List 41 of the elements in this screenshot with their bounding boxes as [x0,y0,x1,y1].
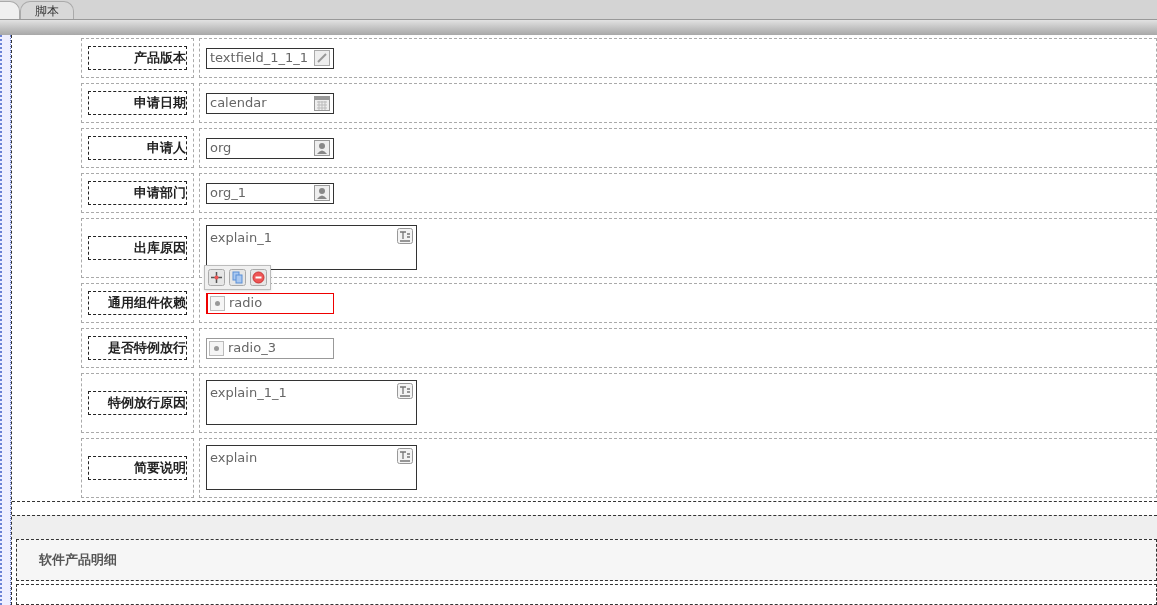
tab[interactable]: 脚本 [20,1,74,19]
radio-field[interactable]: radio_3 [206,337,334,359]
field-label: 简要说明 [88,456,187,480]
person-icon[interactable] [314,185,330,201]
field-value: explain_1_1 [210,384,287,402]
delete-icon[interactable] [250,269,267,286]
field-value: org_1 [210,184,247,203]
input-field[interactable]: org_1 [206,182,334,204]
field-value: radio [229,294,263,313]
radio-icon[interactable] [210,295,225,311]
radio-field[interactable]: radio [206,292,334,314]
text-format-icon[interactable] [397,228,413,244]
field-label: 申请部门 [88,181,187,205]
text-format-icon[interactable] [397,383,413,399]
field-value: textfield_1_1_1 [210,49,309,68]
field-label: 产品版本 [88,46,187,70]
input-field[interactable]: textfield_1_1_1 [206,47,334,69]
field-label: 申请日期 [88,91,187,115]
field-label: 特例放行原因 [88,391,187,415]
calendar-icon[interactable] [314,95,330,111]
text-area[interactable]: explain [206,445,417,490]
field-label: 通用组件依赖 [88,291,187,315]
text-format-icon[interactable] [397,448,413,464]
input-field[interactable]: calendar [206,92,334,114]
radio-icon[interactable] [209,340,224,356]
move-icon[interactable] [208,269,225,286]
field-label: 出库原因 [88,236,187,260]
field-value: radio_3 [228,339,276,358]
text-area[interactable]: explain_1 [206,225,417,270]
field-value: explain_1 [210,229,272,247]
edit-icon[interactable] [314,50,330,66]
field-label: 申请人 [88,136,187,160]
input-field[interactable]: org [206,137,334,159]
field-value: explain [210,449,258,467]
person-icon[interactable] [314,140,330,156]
field-label: 是否特例放行 [88,336,187,360]
section-title: 软件产品明细 [39,551,117,570]
text-area[interactable]: explain_1_1 [206,380,417,425]
field-value: org [210,139,232,158]
tab[interactable] [0,1,20,19]
field-value: calendar [210,94,267,113]
